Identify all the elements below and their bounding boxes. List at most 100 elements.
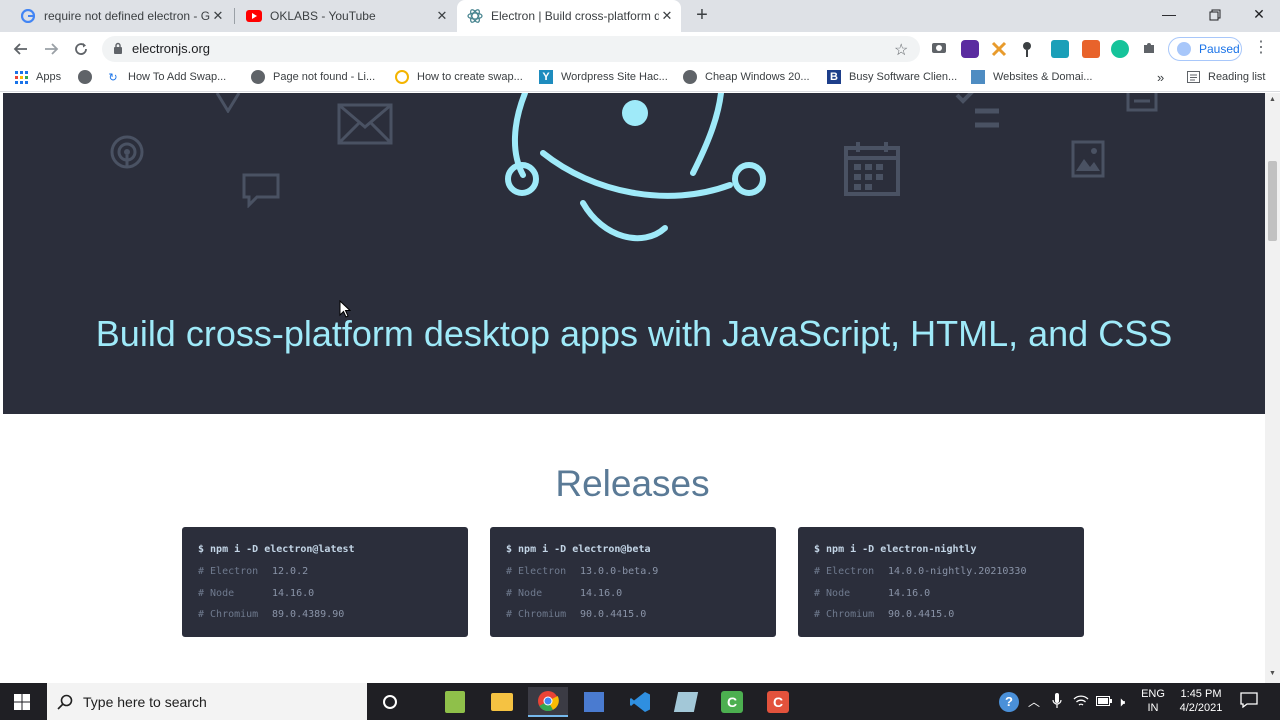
avatar — [1177, 42, 1191, 56]
tools-extension-icon[interactable] — [990, 40, 1008, 58]
tab-google-search[interactable]: require not defined electron - Go ✕ — [10, 0, 232, 32]
refresh-site-icon: ↻ — [108, 71, 118, 84]
bookmark-page-not-found[interactable]: Page not found - Li... — [251, 70, 375, 84]
wifi-icon[interactable] — [1073, 694, 1089, 711]
apps-grid-icon — [14, 70, 28, 84]
version-value: 90.0.4415.0 — [888, 609, 955, 620]
profile-paused-button[interactable]: Paused — [1168, 37, 1242, 61]
bookmark-how-to-add-swap[interactable]: ↻ How To Add Swap... — [106, 70, 226, 84]
version-row: # Electron 12.0.2 — [198, 566, 468, 588]
bookmark-label: How To Add Swap... — [128, 71, 227, 83]
calendar-icon — [844, 142, 900, 196]
tray-expand-icon[interactable]: ︿ — [1028, 693, 1040, 710]
reload-button[interactable] — [69, 37, 93, 61]
version-value: 89.0.4389.90 — [272, 609, 345, 620]
close-tab-icon[interactable]: ✕ — [434, 8, 450, 24]
taskbar-search[interactable]: Type here to search — [47, 683, 367, 720]
battery-icon[interactable] — [1096, 695, 1112, 710]
close-tab-icon[interactable]: ✕ — [210, 8, 226, 24]
version-value: 12.0.2 — [272, 566, 309, 577]
more-bookmarks-button[interactable]: » — [1157, 70, 1164, 85]
minimize-button[interactable]: — — [1146, 0, 1192, 30]
mouse-cursor-icon — [339, 300, 351, 318]
hero-section: Build cross-platform desktop apps with J… — [3, 93, 1265, 414]
yoast-icon: Y — [539, 70, 553, 84]
back-button[interactable] — [9, 37, 33, 61]
tab-title: Electron | Build cross-platform de — [491, 9, 659, 23]
restore-button[interactable] — [1192, 0, 1238, 30]
tab-youtube[interactable]: OKLABS - YouTube ✕ — [236, 0, 456, 32]
release-card-nightly: $ npm i -D electron-nightly # Electron 14… — [798, 527, 1084, 637]
notepad-plus-icon[interactable] — [435, 687, 475, 717]
version-row: # Chromium 89.0.4389.90 — [198, 609, 468, 631]
new-tab-button[interactable]: + — [690, 4, 714, 28]
version-key: # Node — [198, 587, 235, 599]
clock[interactable]: 1:45 PM 4/2/2021 — [1172, 687, 1230, 715]
bookmark-busy-software[interactable]: B Busy Software Clien... — [827, 70, 957, 84]
page-viewport: Build cross-platform desktop apps with J… — [0, 93, 1265, 683]
bookmark-how-to-create-swap[interactable]: How to create swap... — [395, 70, 523, 84]
google-icon — [20, 8, 36, 24]
inbox-icon — [1126, 93, 1158, 112]
lock-icon[interactable] — [113, 42, 123, 60]
cortana-icon[interactable] — [370, 687, 410, 717]
version-key: # Chromium — [506, 609, 567, 620]
language-top: ENG — [1141, 688, 1165, 700]
electron-logo-icon — [505, 93, 766, 242]
browser-toolbar: electronjs.org ☆ Paused ⋮ — [0, 32, 1280, 66]
camera-extension-icon[interactable] — [931, 40, 949, 58]
version-key: # Electron — [814, 566, 875, 577]
puzzle-extensions-icon[interactable] — [1141, 40, 1159, 58]
envelope-icon — [337, 103, 393, 145]
vscode-icon[interactable] — [620, 687, 660, 717]
globe-icon — [251, 70, 265, 84]
broadcast-icon — [110, 135, 144, 169]
checklist-icon — [955, 93, 999, 128]
reading-list-button[interactable]: Reading list — [1186, 70, 1265, 84]
version-row: # Electron 14.0.0-nightly.20210330 — [814, 566, 1084, 588]
address-bar[interactable]: electronjs.org ☆ — [102, 36, 920, 62]
forward-button[interactable] — [39, 37, 63, 61]
page-scrollbar[interactable]: ▲ ▼ — [1265, 93, 1280, 683]
version-value: 14.16.0 — [272, 587, 315, 599]
pin-extension-icon[interactable] — [1021, 40, 1039, 58]
translate-extension-icon[interactable] — [1051, 40, 1069, 58]
extension-badge-icon[interactable] — [961, 40, 979, 58]
version-key: # Node — [506, 587, 543, 599]
notifications-icon[interactable] — [1240, 692, 1258, 711]
volume-muted-icon[interactable]: 🕨 — [1117, 694, 1125, 710]
language-indicator[interactable]: ENG IN — [1140, 687, 1166, 715]
grammarly-icon[interactable] — [1111, 40, 1129, 58]
scroll-down-arrow-icon[interactable]: ▼ — [1269, 670, 1276, 677]
bookmark-apps[interactable]: Apps — [14, 70, 61, 84]
tab-electron[interactable]: Electron | Build cross-platform de ✕ — [457, 0, 681, 32]
off-extension-icon[interactable] — [1082, 40, 1100, 58]
bookmark-label: Busy Software Clien... — [849, 71, 958, 83]
scroll-up-arrow-icon[interactable]: ▲ — [1269, 96, 1276, 103]
menu-kebab-icon[interactable]: ⋮ — [1253, 40, 1269, 56]
network-app-icon[interactable] — [574, 687, 614, 717]
notes-app-icon[interactable] — [666, 687, 706, 717]
bookmarks-bar: Apps ↻ How To Add Swap... Page not found… — [0, 66, 1280, 92]
help-icon[interactable]: ? — [999, 692, 1019, 712]
file-explorer-icon[interactable] — [482, 687, 522, 717]
camtasia-red-icon[interactable]: C — [758, 687, 798, 717]
bookmark-websites-domains[interactable]: Websites & Domai... — [971, 70, 1092, 84]
more-chevron: » — [1157, 70, 1165, 85]
microphone-icon[interactable] — [1052, 693, 1062, 712]
bookmark-label: Apps — [36, 71, 62, 83]
chrome-icon[interactable] — [528, 687, 568, 717]
install-command: $ npm i -D electron-nightly — [814, 544, 977, 555]
tab-title: OKLABS - YouTube — [270, 9, 376, 23]
bookmark-wordpress[interactable]: Y Wordpress Site Hac... — [539, 70, 668, 84]
scrollbar-thumb[interactable] — [1268, 161, 1277, 241]
bookmark-label: Page not found - Li... — [273, 71, 376, 83]
version-row: # Electron 13.0.0-beta.9 — [506, 566, 776, 588]
close-window-button[interactable]: ✕ — [1236, 0, 1280, 30]
close-tab-icon[interactable]: ✕ — [659, 8, 675, 24]
camtasia-green-icon[interactable]: C — [712, 687, 752, 717]
bookmark-cheap-windows[interactable]: Cheap Windows 20... — [683, 70, 810, 84]
bookmark-globe[interactable] — [78, 70, 100, 84]
windows-start-icon[interactable] — [2, 687, 42, 717]
bookmark-star-icon[interactable]: ☆ — [894, 40, 908, 60]
